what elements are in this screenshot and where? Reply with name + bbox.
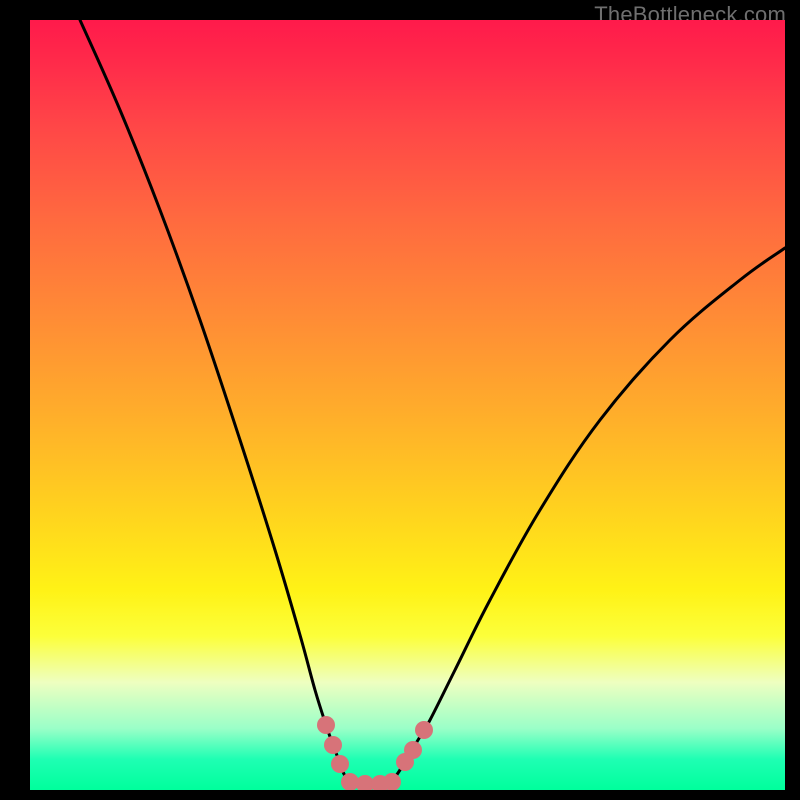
plot-area [30, 20, 785, 790]
curve-svg [30, 20, 785, 790]
data-point [383, 773, 401, 790]
data-point [317, 716, 335, 734]
bottleneck-curve [80, 20, 785, 785]
data-point [331, 755, 349, 773]
marker-group [317, 716, 433, 790]
data-point [404, 741, 422, 759]
chart-frame: TheBottleneck.com [0, 0, 800, 800]
data-point [415, 721, 433, 739]
curve-group [80, 20, 785, 785]
data-point [324, 736, 342, 754]
